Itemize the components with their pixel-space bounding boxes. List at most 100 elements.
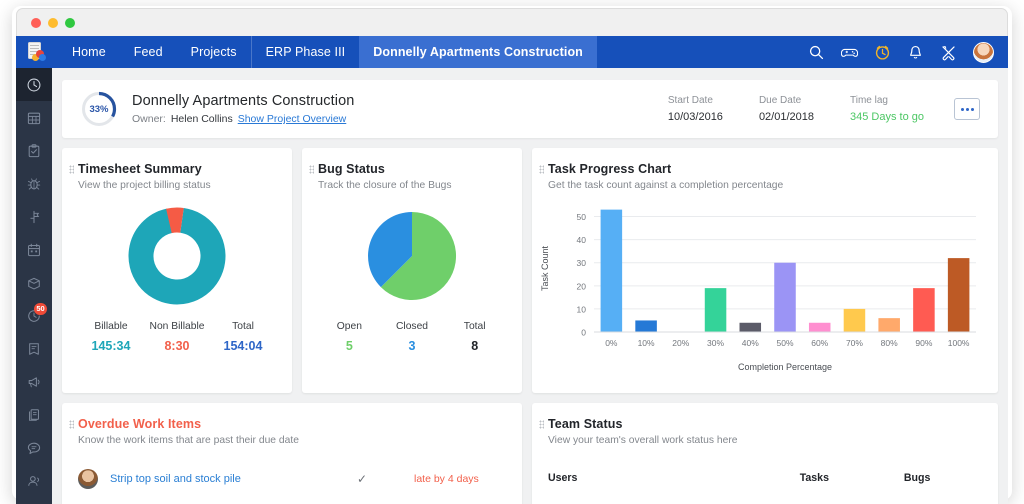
legend-bug-total-value: 8	[471, 339, 479, 353]
legend-billable-value: 145:34	[91, 339, 131, 353]
column-header-bugs: Bugs	[903, 472, 931, 484]
overdue-row[interactable]: Strip top soil and stock pile ✓ late by …	[62, 464, 522, 494]
svg-text:60%: 60%	[811, 338, 828, 348]
app-logo[interactable]	[16, 36, 58, 68]
sidebar-item-calendar[interactable]	[16, 233, 52, 266]
team-status-title: Team Status	[548, 417, 623, 431]
announcement-megaphone-icon	[28, 376, 40, 387]
timesheet-title: Timesheet Summary	[78, 162, 202, 176]
users-icon	[28, 475, 39, 486]
dot-1	[960, 107, 964, 111]
sidebar-item-documents[interactable]	[16, 398, 52, 431]
svg-text:0%: 0%	[605, 338, 618, 348]
overdue-late-label: late by 4 days	[414, 473, 479, 485]
sidebar-item-organization[interactable]	[16, 497, 52, 504]
main-content: 33% Donnelly Apartments Construction Own…	[52, 68, 1008, 504]
sidebar-item-packages[interactable]	[16, 266, 52, 299]
drag-handle-icon[interactable]	[69, 165, 74, 174]
nav-icon-group	[808, 41, 1008, 63]
time-lag-value: 345 Days to go	[850, 111, 924, 123]
search-icon[interactable]	[808, 44, 825, 61]
nav-item-feed[interactable]: Feed	[120, 36, 177, 68]
page-title: Donnelly Apartments Construction	[132, 93, 355, 109]
legend-open-value: 5	[345, 339, 353, 353]
sidebar-item-documents-single[interactable]	[16, 332, 52, 365]
tasks-clipboard-icon	[28, 143, 40, 157]
sidebar-item-milestones[interactable]	[16, 200, 52, 233]
card-bug-status: Bug Status Track the closure of the Bugs…	[302, 148, 522, 393]
minimize-window-button[interactable]	[48, 18, 58, 28]
legend-billable: Billable 145:34	[78, 321, 144, 353]
svg-text:Task Count: Task Count	[540, 245, 550, 291]
sidebar-item-bugs[interactable]	[16, 167, 52, 200]
calendar-icon	[28, 243, 40, 256]
svg-text:100%: 100%	[948, 338, 970, 348]
project-owner-row: Owner: Helen Collins Show Project Overvi…	[132, 113, 354, 125]
drag-handle-icon[interactable]	[69, 420, 74, 429]
window-controls	[31, 18, 75, 28]
drag-handle-icon[interactable]	[539, 420, 544, 429]
task-progress-card-header: Task Progress Chart Get the task count a…	[532, 148, 998, 191]
drag-handle-icon[interactable]	[309, 165, 314, 174]
svg-text:10%: 10%	[638, 338, 655, 348]
legend-non-billable-value: 8:30	[164, 339, 190, 353]
sidebar-item-chat[interactable]	[16, 431, 52, 464]
complete-check-icon[interactable]: ✓	[322, 472, 402, 486]
sidebar-item-timesheets[interactable]: 50	[16, 299, 52, 332]
milestone-flag-icon	[30, 210, 40, 223]
dashboard-icon	[27, 78, 41, 91]
overdue-item-name[interactable]: Strip top soil and stock pile	[110, 473, 241, 485]
game-controller-icon[interactable]	[841, 44, 858, 61]
project-header: 33% Donnelly Apartments Construction Own…	[62, 80, 998, 138]
timesheet-legend: Billable 145:34 Non Billable 8:30 Total …	[62, 321, 292, 369]
sidebar-item-dashboard[interactable]	[16, 68, 52, 101]
timesheet-donut-chart	[62, 191, 292, 321]
timesheet-subtitle: View the project billing status	[78, 180, 211, 191]
more-options-button[interactable]	[954, 98, 980, 120]
sidebar-item-announcements[interactable]	[16, 365, 52, 398]
sidebar-item-calendar-grid[interactable]	[16, 101, 52, 134]
sidebar-item-tasks[interactable]	[16, 134, 52, 167]
bug-icon	[27, 177, 41, 190]
task-progress-title: Task Progress Chart	[548, 162, 672, 176]
task-progress-subtitle: Get the task count against a completion …	[548, 180, 784, 191]
close-window-button[interactable]	[31, 18, 41, 28]
svg-text:30: 30	[577, 258, 587, 268]
time-lag-label: Time lag	[850, 95, 888, 106]
show-project-overview-link[interactable]: Show Project Overview	[238, 113, 347, 125]
package-icon	[28, 277, 40, 289]
legend-open-label: Open	[336, 321, 362, 332]
svg-text:20: 20	[577, 281, 587, 291]
dot-2	[965, 107, 969, 111]
card-team-status: Team Status View your team's overall wor…	[532, 403, 998, 504]
column-header-users: Users	[548, 472, 578, 484]
top-navigation-bar: Home Feed Projects ERP Phase III Donnell…	[16, 36, 1008, 68]
bug-status-title: Bug Status	[318, 162, 385, 176]
nav-item-projects[interactable]: Projects	[177, 36, 251, 68]
legend-total-label: Total	[232, 321, 254, 332]
team-table-header: Users Tasks Bugs	[532, 472, 998, 484]
nav-item-donnelly-apartments-construction[interactable]: Donnelly Apartments Construction	[359, 36, 597, 68]
nav-item-erp-phase-iii[interactable]: ERP Phase III	[250, 36, 360, 68]
nav-item-home[interactable]: Home	[58, 36, 120, 68]
overdue-card-header: Overdue Work Items Know the work items t…	[62, 403, 522, 446]
sidebar-item-users[interactable]	[16, 464, 52, 497]
clock-icon[interactable]	[874, 44, 891, 61]
legend-closed-value: 3	[408, 339, 416, 353]
due-date-value: 02/01/2018	[758, 111, 814, 123]
svg-text:80%: 80%	[881, 338, 898, 348]
legend-timesheet-total: Total 154:04	[210, 321, 276, 353]
svg-text:90%: 90%	[915, 338, 932, 348]
tools-icon[interactable]	[940, 44, 957, 61]
app-window: Home Feed Projects ERP Phase III Donnell…	[0, 0, 1024, 504]
window-titlebar	[16, 8, 1008, 36]
task-progress-bar-svg: 0 10 20 30 40 50 Task Count 0% 10% 20% 30% 40% 50% 60…	[540, 209, 976, 372]
user-avatar[interactable]	[973, 41, 994, 63]
maximize-window-button[interactable]	[65, 18, 75, 28]
legend-billable-label: Billable	[94, 321, 128, 332]
bell-icon[interactable]	[907, 44, 924, 61]
drag-handle-icon[interactable]	[539, 165, 544, 174]
bug-status-subtitle: Track the closure of the Bugs	[318, 180, 452, 191]
svg-text:40: 40	[577, 235, 587, 245]
svg-text:40%: 40%	[742, 338, 759, 348]
